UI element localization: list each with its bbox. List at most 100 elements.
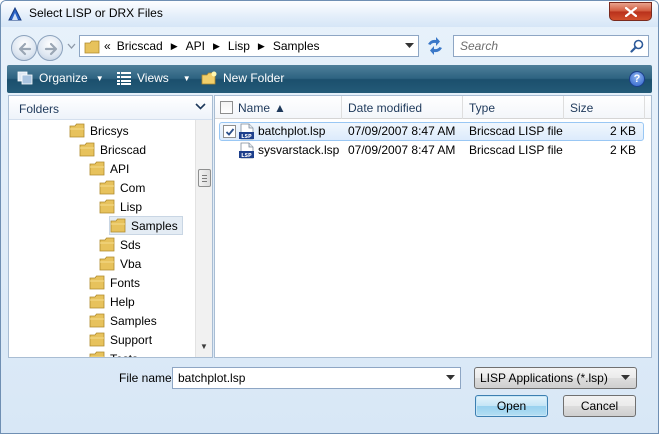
file-dialog-window: Select LISP or DRX Files « Bricscad ▶ AP… [0, 0, 659, 434]
file-type-value: LISP Applications (*.lsp) [480, 371, 608, 385]
folder-tree-item[interactable]: Samples [89, 311, 157, 330]
views-label: Views [137, 71, 169, 85]
folder-tree-item[interactable]: Support [89, 330, 152, 349]
folder-tree-item[interactable]: Fonts [89, 273, 140, 292]
organize-dropdown-icon: ▼ [95, 73, 104, 83]
breadcrumb: « Bricscad ▶ API ▶ Lisp ▶ Samples [104, 39, 320, 53]
column-name-label: Name [238, 101, 271, 115]
file-size-cell: 2 KB [609, 143, 636, 157]
folder-tree-item[interactable]: Com [99, 178, 145, 197]
folder-tree-item-label: Lisp [120, 199, 143, 214]
column-header-name[interactable]: ▲ Name [215, 96, 342, 119]
breadcrumb-overflow[interactable]: « [104, 39, 111, 53]
column-header-type[interactable]: Type [463, 96, 564, 119]
scroll-down-icon[interactable]: ▼ [200, 342, 208, 351]
folder-icon [89, 275, 105, 290]
folder-icon [99, 256, 115, 271]
views-dropdown-icon: ▼ [182, 73, 191, 83]
folder-tree-item-label: Vba [120, 256, 142, 271]
column-header-size[interactable]: Size [564, 96, 645, 119]
folder-icon [89, 161, 105, 176]
folder-tree-item-label: Bricsys [90, 123, 129, 138]
address-dropdown-icon[interactable] [405, 43, 414, 49]
back-button[interactable] [11, 35, 37, 61]
file-row[interactable]: LSP sysvarstack.lsp 07/09/2007 8:47 AM Bric… [215, 141, 651, 160]
folder-tree-item-label: Samples [131, 218, 178, 233]
lisp-file-icon: LSP [239, 142, 255, 162]
folder-tree-item-label: Tests [110, 352, 138, 358]
search-icon[interactable] [630, 39, 644, 53]
file-name-input[interactable] [176, 370, 436, 386]
folder-tree-item[interactable]: Lisp [99, 197, 142, 216]
new-folder-icon [201, 71, 217, 85]
new-folder-button[interactable]: New Folder [201, 71, 284, 85]
address-bar[interactable]: « Bricscad ▶ API ▶ Lisp ▶ Samples [79, 35, 419, 57]
folder-tree-scrollbar[interactable]: ▼ [195, 120, 212, 357]
new-folder-label: New Folder [223, 71, 285, 85]
breadcrumb-separator-icon[interactable]: ▶ [258, 41, 265, 52]
search-input[interactable] [458, 38, 618, 54]
column-date-label: Date modified [348, 101, 423, 115]
breadcrumb-item-bricscad[interactable]: Bricscad [117, 39, 163, 53]
organize-button[interactable]: Organize ▼ [17, 71, 104, 85]
column-header-date[interactable]: Date modified [342, 96, 463, 119]
breadcrumb-item-api[interactable]: API [186, 39, 205, 53]
breadcrumb-item-lisp[interactable]: Lisp [228, 39, 250, 53]
refresh-button[interactable] [423, 35, 447, 57]
help-button[interactable]: ? [629, 71, 645, 87]
recent-pages-chevron-icon[interactable] [67, 43, 76, 49]
file-date-cell: 07/09/2007 8:47 AM [348, 143, 456, 157]
file-row-checkbox[interactable] [223, 125, 236, 138]
folder-icon [89, 313, 105, 328]
sort-ascending-icon: ▲ [274, 101, 286, 115]
svg-text:LSP: LSP [241, 153, 252, 159]
arrow-left-icon [18, 42, 32, 56]
views-button[interactable]: Views ▼ [117, 71, 191, 85]
folder-tree-item[interactable]: API [89, 159, 129, 178]
title-bar: Select LISP or DRX Files [1, 1, 658, 27]
folder-tree-item-label: Com [120, 180, 146, 195]
folder-tree-item[interactable]: Sds [99, 235, 141, 254]
close-button[interactable] [609, 2, 652, 21]
folder-icon [89, 351, 105, 357]
folder-tree-item[interactable]: Samples [109, 216, 183, 235]
folder-tree-item-label: Sds [120, 237, 141, 252]
file-name-cell: sysvarstack.lsp [258, 143, 340, 157]
chevron-down-icon[interactable] [195, 103, 206, 110]
organize-label: Organize [39, 71, 88, 85]
file-size-cell: 2 KB [609, 124, 636, 138]
svg-text:LSP: LSP [241, 134, 252, 140]
folder-tree-item-label: Help [110, 294, 135, 309]
file-name-cell: batchplot.lsp [258, 124, 326, 138]
checkmark-icon [225, 128, 235, 136]
breadcrumb-separator-icon[interactable]: ▶ [213, 41, 220, 52]
folder-icon [79, 142, 95, 157]
folder-tree-item[interactable]: Bricsys [69, 121, 129, 140]
forward-button[interactable] [37, 35, 63, 61]
folder-tree: Bricsys Bricscad API Com Lisp Samples Sds Vba Fo… [9, 120, 195, 357]
file-name-dropdown-icon[interactable] [446, 375, 455, 381]
scrollbar-thumb[interactable] [198, 169, 211, 187]
column-type-label: Type [469, 101, 496, 115]
folder-icon [89, 294, 105, 309]
app-icon [8, 7, 22, 21]
command-bar: Organize ▼ Views ▼ New Folder ? [7, 65, 652, 93]
folder-tree-item[interactable]: Help [89, 292, 135, 311]
folder-tree-item-label: Fonts [110, 275, 141, 290]
folder-tree-item-label: Bricscad [100, 142, 147, 157]
organize-icon [17, 71, 33, 85]
folder-tree-item[interactable]: Vba [99, 254, 141, 273]
folders-header[interactable]: Folders [9, 96, 212, 120]
file-name-combobox [172, 367, 461, 389]
file-type-select[interactable]: LISP Applications (*.lsp) [474, 367, 637, 389]
refresh-icon [428, 37, 442, 55]
breadcrumb-item-samples[interactable]: Samples [273, 39, 320, 53]
breadcrumb-separator-icon[interactable]: ▶ [171, 41, 178, 52]
folder-tree-item[interactable]: Bricscad [79, 140, 146, 159]
folder-tree-item[interactable]: Tests [89, 349, 138, 357]
cancel-button[interactable]: Cancel [563, 395, 636, 417]
open-button[interactable]: Open [475, 395, 548, 417]
select-all-checkbox[interactable] [220, 101, 233, 114]
file-type-dropdown-icon [621, 375, 630, 380]
file-row[interactable]: LSP batchplot.lsp 07/09/2007 8:47 AM Bricsc… [215, 122, 651, 141]
